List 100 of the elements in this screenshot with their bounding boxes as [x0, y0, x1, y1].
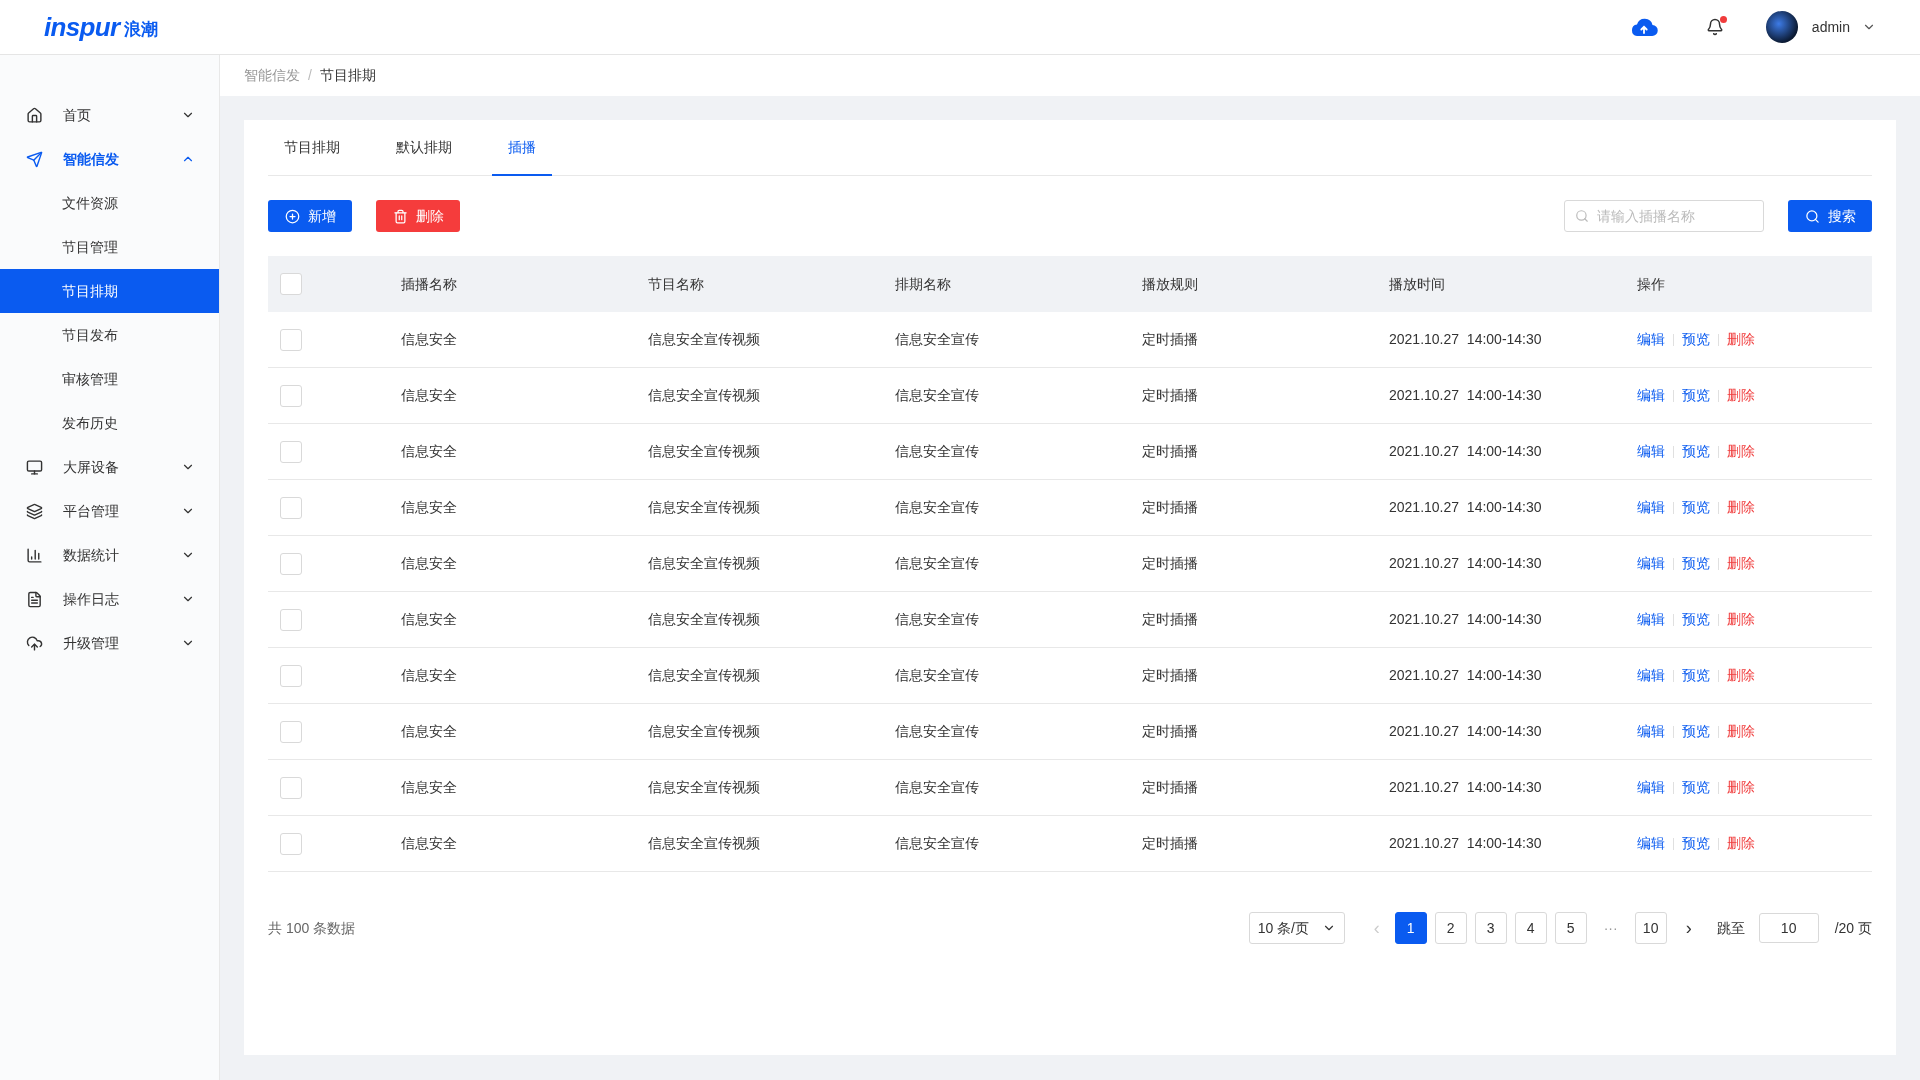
preview-link[interactable]: 预览 [1682, 833, 1710, 854]
home-icon [26, 106, 43, 124]
bar-chart-icon [26, 546, 43, 564]
user-avatar[interactable] [1765, 11, 1798, 43]
trash-icon [392, 208, 408, 224]
breadcrumb-item: 节目排期 [319, 66, 376, 85]
page-button[interactable]: 2 [1434, 912, 1467, 944]
table-cell: 2021.10.27 14:00-14:30 [1389, 723, 1542, 739]
edit-link[interactable]: 编辑 [1637, 609, 1665, 630]
checkbox[interactable] [280, 328, 302, 351]
sidebar-item[interactable]: 大屏设备 [0, 445, 219, 489]
sidebar-item[interactable]: 智能信发 [0, 137, 219, 181]
bell-icon[interactable] [1705, 18, 1724, 36]
page-button[interactable]: 1 [1394, 912, 1427, 944]
page-button[interactable]: 4 [1514, 912, 1547, 944]
sidebar-item[interactable]: 平台管理 [0, 489, 219, 533]
edit-link[interactable]: 编辑 [1637, 497, 1665, 518]
checkbox[interactable] [280, 832, 302, 855]
checkbox[interactable] [280, 384, 302, 407]
delete-link[interactable]: 删除 [1727, 497, 1755, 518]
page-button[interactable]: 5 [1554, 912, 1587, 944]
preview-link[interactable]: 预览 [1682, 497, 1710, 518]
edit-link[interactable]: 编辑 [1637, 777, 1665, 798]
preview-link[interactable]: 预览 [1682, 721, 1710, 742]
monitor-icon [26, 458, 43, 476]
preview-link[interactable]: 预览 [1682, 329, 1710, 350]
page-button[interactable]: 10 [1634, 912, 1667, 944]
delete-button[interactable]: 删除 [376, 200, 460, 232]
edit-link[interactable]: 编辑 [1637, 665, 1665, 686]
sidebar-item[interactable]: 首页 [0, 93, 219, 137]
sidebar-subitem[interactable]: 节目管理 [0, 225, 219, 269]
preview-link[interactable]: 预览 [1682, 385, 1710, 406]
delete-link[interactable]: 删除 [1727, 553, 1755, 574]
checkbox[interactable] [280, 496, 302, 519]
table-cell: 信息安全 [401, 387, 457, 403]
checkbox[interactable] [280, 552, 302, 575]
cloud-upload-icon[interactable] [1629, 17, 1658, 37]
delete-link[interactable]: 删除 [1727, 777, 1755, 798]
cloud-upload-icon [26, 634, 43, 652]
table-cell: 信息安全宣传 [895, 499, 979, 515]
table-cell: 信息安全宣传 [895, 331, 979, 347]
column-header: 节目名称 [648, 275, 704, 292]
preview-link[interactable]: 预览 [1682, 609, 1710, 630]
edit-link[interactable]: 编辑 [1637, 721, 1665, 742]
delete-link[interactable]: 删除 [1727, 329, 1755, 350]
sidebar-item[interactable]: 数据统计 [0, 533, 219, 577]
edit-link[interactable]: 编辑 [1637, 833, 1665, 854]
table-cell: 信息安全宣传视频 [648, 387, 760, 403]
checkbox[interactable] [280, 776, 302, 799]
tab[interactable]: 节目排期 [268, 120, 356, 176]
checkbox[interactable] [280, 273, 302, 295]
delete-link[interactable]: 删除 [1727, 721, 1755, 742]
table-cell: 2021.10.27 14:00-14:30 [1389, 555, 1542, 571]
page-button[interactable]: 3 [1474, 912, 1507, 944]
table-cell: 定时插播 [1142, 387, 1198, 403]
table-cell: 2021.10.27 14:00-14:30 [1389, 667, 1542, 683]
delete-link[interactable]: 删除 [1727, 441, 1755, 462]
checkbox[interactable] [280, 608, 302, 631]
sidebar-subitem[interactable]: 节目发布 [0, 313, 219, 357]
checkbox[interactable] [280, 720, 302, 743]
preview-link[interactable]: 预览 [1682, 665, 1710, 686]
page-size-select[interactable]: 10 条/页 [1248, 912, 1345, 944]
search-button[interactable]: 搜索 [1788, 200, 1872, 232]
tab[interactable]: 插播 [492, 120, 552, 176]
next-page-button[interactable]: › [1678, 914, 1699, 942]
table-cell: 信息安全宣传 [895, 555, 979, 571]
sidebar-item[interactable]: 升级管理 [0, 621, 219, 665]
search-icon [1804, 208, 1820, 224]
delete-link[interactable]: 删除 [1727, 609, 1755, 630]
delete-link[interactable]: 删除 [1727, 665, 1755, 686]
table-cell: 信息安全宣传视频 [648, 723, 760, 739]
sidebar-subitem[interactable]: 节目排期 [0, 269, 219, 313]
checkbox[interactable] [280, 664, 302, 687]
document-icon [26, 590, 43, 608]
preview-link[interactable]: 预览 [1682, 777, 1710, 798]
delete-link[interactable]: 删除 [1727, 833, 1755, 854]
sidebar-subitem[interactable]: 文件资源 [0, 181, 219, 225]
table-cell: 定时插播 [1142, 499, 1198, 515]
edit-link[interactable]: 编辑 [1637, 553, 1665, 574]
table-cell: 信息安全宣传视频 [648, 611, 760, 627]
search-field[interactable]: 请输入插播名称 [1564, 200, 1764, 232]
edit-link[interactable]: 编辑 [1637, 441, 1665, 462]
add-button[interactable]: 新增 [268, 200, 352, 232]
table-cell: 定时插播 [1142, 443, 1198, 459]
sidebar-subitem[interactable]: 发布历史 [0, 401, 219, 445]
delete-link[interactable]: 删除 [1727, 385, 1755, 406]
jump-page-field[interactable]: 10 [1758, 913, 1819, 943]
checkbox[interactable] [280, 440, 302, 463]
edit-link[interactable]: 编辑 [1637, 329, 1665, 350]
preview-link[interactable]: 预览 [1682, 553, 1710, 574]
sidebar-subitem[interactable]: 审核管理 [0, 357, 219, 401]
user-name[interactable]: admin [1811, 16, 1850, 38]
table-cell: 信息安全宣传 [895, 611, 979, 627]
preview-link[interactable]: 预览 [1682, 441, 1710, 462]
sidebar-item[interactable]: 操作日志 [0, 577, 219, 621]
table-cell: 信息安全宣传 [895, 723, 979, 739]
edit-link[interactable]: 编辑 [1637, 385, 1665, 406]
table-cell: 信息安全宣传视频 [648, 555, 760, 571]
table-cell: 信息安全宣传视频 [648, 331, 760, 347]
tab[interactable]: 默认排期 [380, 120, 468, 176]
